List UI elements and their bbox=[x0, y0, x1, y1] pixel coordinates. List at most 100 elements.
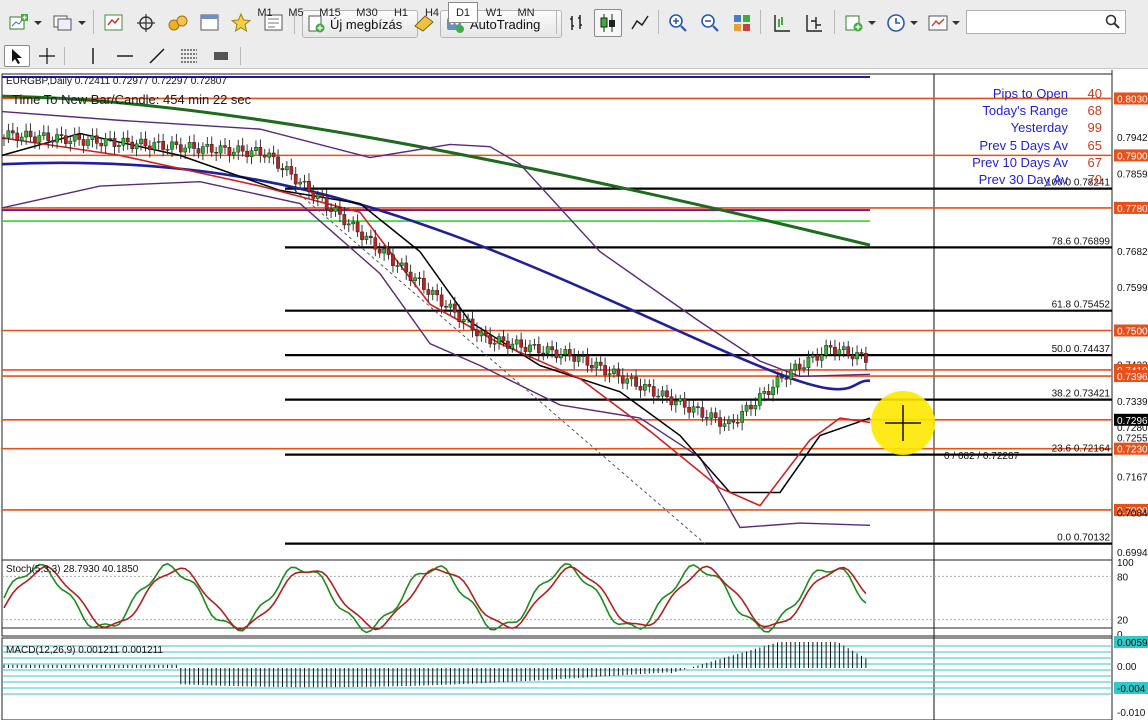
timeframe-d1[interactable]: D1 bbox=[448, 2, 478, 23]
market-watch-icon[interactable] bbox=[100, 9, 128, 37]
candle-body bbox=[479, 331, 484, 337]
timeframe-m15[interactable]: M15 bbox=[312, 2, 348, 23]
candle-body bbox=[386, 248, 391, 255]
terminal-icon[interactable] bbox=[196, 9, 224, 37]
fib-level-label: 78.6 0.76899 bbox=[1052, 236, 1111, 247]
info-label: Pips to Open bbox=[992, 86, 1068, 101]
auto-scroll-icon[interactable] bbox=[800, 9, 828, 37]
tile-windows-icon[interactable] bbox=[728, 9, 756, 37]
templates-icon[interactable] bbox=[924, 9, 952, 37]
candle-body bbox=[673, 401, 678, 406]
timeframe-h4[interactable]: H4 bbox=[417, 2, 447, 23]
periods-clock-icon[interactable] bbox=[882, 9, 910, 37]
crosshair-icon[interactable] bbox=[132, 9, 160, 37]
candle-body bbox=[2, 137, 6, 140]
search-icon[interactable] bbox=[1105, 14, 1121, 35]
info-label: Yesterday bbox=[1010, 120, 1068, 136]
candle-body bbox=[64, 135, 68, 144]
fibonacci-icon[interactable] bbox=[176, 45, 202, 67]
candle-body bbox=[404, 262, 409, 273]
fib-level-label: 61.8 0.75452 bbox=[1052, 300, 1111, 311]
candle-body bbox=[488, 334, 493, 345]
profiles-icon[interactable] bbox=[50, 9, 76, 37]
candle-body bbox=[33, 136, 37, 143]
timeframe-m1[interactable]: M1 bbox=[250, 2, 280, 23]
fib-level-label: 0.0 0.70132 bbox=[1057, 533, 1110, 544]
navigator-icon[interactable] bbox=[164, 9, 192, 37]
timeframe-mn[interactable]: MN bbox=[510, 2, 542, 23]
price-axis-label: 0.7230 bbox=[1117, 445, 1148, 456]
candle-body bbox=[775, 376, 780, 388]
candle-body bbox=[629, 376, 634, 380]
candle-body bbox=[399, 262, 404, 266]
candle-body bbox=[678, 398, 683, 402]
timeframe-w1[interactable]: W1 bbox=[479, 2, 509, 23]
line-chart-icon[interactable] bbox=[626, 9, 654, 37]
candle-body bbox=[121, 137, 126, 146]
candle-body bbox=[594, 361, 599, 369]
candle-body bbox=[94, 135, 99, 144]
trendline-icon[interactable] bbox=[144, 45, 170, 67]
fib-level-label: 50.0 0.74437 bbox=[1052, 344, 1111, 355]
price-axis-label: 0.7780 bbox=[1117, 204, 1148, 215]
candle-body bbox=[665, 390, 669, 397]
candle-body bbox=[536, 344, 541, 354]
search-input[interactable] bbox=[966, 10, 1126, 34]
candle-body bbox=[466, 318, 470, 321]
candle-body bbox=[559, 354, 563, 359]
candle-body bbox=[766, 391, 771, 396]
candle-body bbox=[307, 180, 311, 193]
candlestick-icon[interactable] bbox=[594, 9, 622, 37]
chevron-down-icon[interactable] bbox=[908, 9, 920, 37]
candle-body bbox=[841, 346, 846, 350]
chevron-down-icon[interactable] bbox=[32, 9, 44, 37]
zoom-in-icon[interactable] bbox=[664, 9, 692, 37]
indicators-icon[interactable] bbox=[840, 9, 868, 37]
chart-shift-icon[interactable] bbox=[768, 9, 796, 37]
crosshair-tool-icon[interactable] bbox=[34, 45, 60, 67]
bar-chart-icon[interactable] bbox=[563, 9, 591, 37]
shapes-icon[interactable] bbox=[208, 45, 234, 67]
chevron-down-icon[interactable] bbox=[866, 9, 878, 37]
candle-body bbox=[722, 423, 727, 427]
candle-body bbox=[37, 135, 42, 143]
horizontal-line-icon[interactable] bbox=[112, 45, 138, 67]
candle-body bbox=[117, 144, 121, 147]
candle-body bbox=[731, 419, 736, 423]
candle-body bbox=[329, 208, 333, 212]
price-axis-label: 0.7682 bbox=[1117, 247, 1148, 258]
candle-body bbox=[103, 138, 108, 147]
candle-body bbox=[413, 277, 417, 282]
candle-body bbox=[165, 148, 170, 151]
cursor-arrow-icon[interactable] bbox=[4, 45, 30, 67]
candle-body bbox=[811, 354, 815, 358]
candle-body bbox=[788, 369, 793, 380]
candle-body bbox=[311, 191, 316, 199]
candle-body bbox=[201, 146, 205, 154]
candle-body bbox=[581, 355, 585, 357]
candle-body bbox=[223, 145, 227, 148]
candle-body bbox=[744, 404, 749, 412]
candle-body bbox=[833, 346, 837, 355]
price-axis-label: 0.7942 bbox=[1117, 133, 1148, 144]
candle-body bbox=[170, 141, 174, 150]
candle-body bbox=[24, 130, 28, 138]
new-chart-icon[interactable] bbox=[6, 9, 32, 37]
timeframe-m5[interactable]: M5 bbox=[281, 2, 311, 23]
candle-body bbox=[696, 406, 700, 408]
timeframe-h1[interactable]: H1 bbox=[386, 2, 416, 23]
zoom-out-icon[interactable] bbox=[696, 9, 724, 37]
candle-body bbox=[439, 294, 444, 307]
candle-body bbox=[448, 303, 453, 308]
chevron-down-icon[interactable] bbox=[76, 9, 88, 37]
candle-body bbox=[859, 352, 864, 354]
candle-body bbox=[342, 214, 347, 226]
chevron-down-icon[interactable] bbox=[950, 9, 962, 37]
timeframe-m30[interactable]: M30 bbox=[349, 2, 385, 23]
candle-body bbox=[134, 143, 139, 150]
vertical-line-icon[interactable] bbox=[80, 45, 106, 67]
candle-body bbox=[523, 346, 528, 352]
candle-body bbox=[784, 377, 789, 380]
stoch-axis-label: 80 bbox=[1117, 572, 1129, 583]
candle-body bbox=[656, 395, 661, 398]
